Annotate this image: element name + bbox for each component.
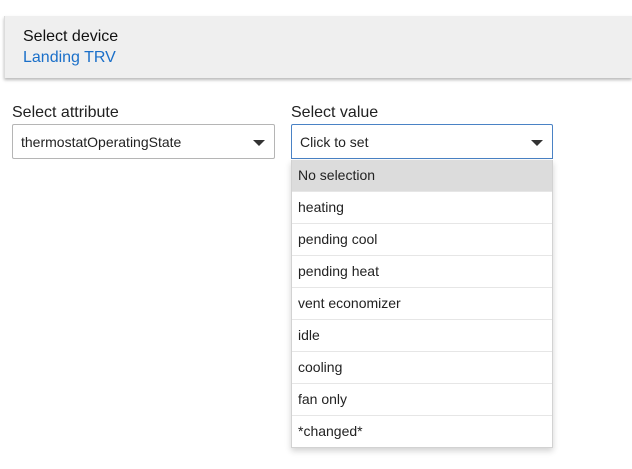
value-select[interactable]: Click to set	[291, 124, 553, 159]
page: Select device Landing TRV Select attribu…	[0, 0, 632, 469]
device-card: Select device Landing TRV	[4, 16, 632, 78]
caret-down-icon	[253, 140, 265, 146]
value-dropdown-list: No selection heating pending cool pending h…	[291, 160, 553, 448]
caret-down-icon	[531, 140, 543, 146]
attribute-select[interactable]: thermostatOperatingState	[12, 124, 275, 159]
dropdown-option[interactable]: pending cool	[292, 224, 552, 256]
dropdown-option[interactable]: heating	[292, 192, 552, 224]
dropdown-option[interactable]: cooling	[292, 352, 552, 384]
dropdown-option[interactable]: pending heat	[292, 256, 552, 288]
dropdown-option[interactable]: *changed*	[292, 416, 552, 447]
device-heading: Select device	[23, 28, 119, 45]
dropdown-option[interactable]: idle	[292, 320, 552, 352]
value-label: Select value	[291, 104, 379, 121]
dropdown-option[interactable]: No selection	[292, 160, 552, 192]
dropdown-option[interactable]: fan only	[292, 384, 552, 416]
dropdown-option[interactable]: vent economizer	[292, 288, 552, 320]
attribute-label: Select attribute	[12, 104, 119, 121]
value-select-value: Click to set	[300, 134, 369, 150]
attribute-select-value: thermostatOperatingState	[21, 134, 182, 150]
device-name-link[interactable]: Landing TRV	[23, 49, 116, 67]
